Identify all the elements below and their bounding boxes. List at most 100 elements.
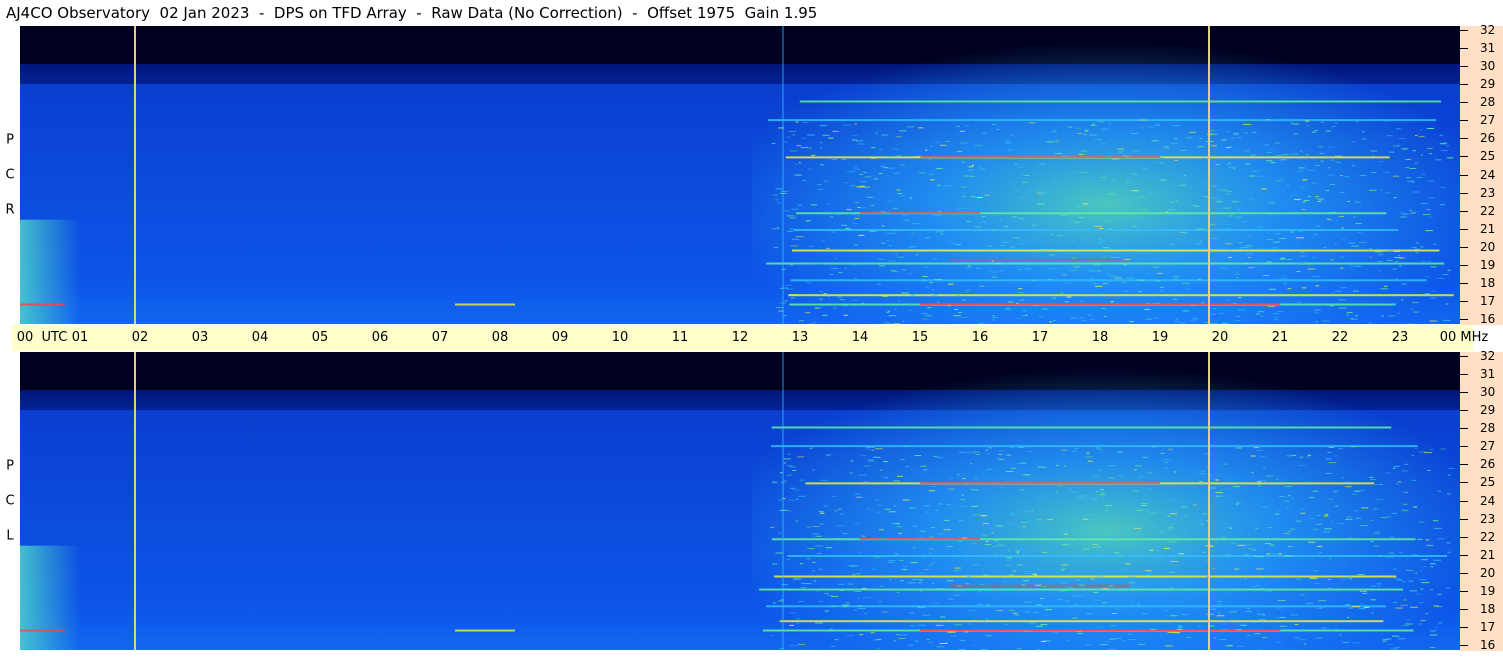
speckle	[936, 168, 943, 170]
speckle	[1108, 649, 1116, 650]
speckle	[1291, 123, 1300, 125]
speckle	[1085, 456, 1094, 458]
speckle	[912, 223, 921, 225]
speckle	[1319, 153, 1325, 155]
speckle	[1071, 450, 1078, 452]
speckle	[1158, 557, 1162, 559]
speckle	[1391, 512, 1397, 514]
speckle	[1024, 268, 1031, 270]
speckle	[974, 144, 983, 146]
speckle	[1406, 569, 1414, 571]
speckle	[857, 143, 865, 145]
freq-tick-mark	[1460, 300, 1468, 302]
speckle	[1170, 202, 1175, 204]
speckle	[1017, 446, 1025, 448]
speckle	[1369, 247, 1372, 249]
speckle	[1023, 510, 1031, 512]
speckle	[1086, 452, 1090, 454]
speckle	[1090, 578, 1095, 580]
speckle	[1006, 557, 1013, 559]
speckle	[1307, 268, 1316, 270]
speckle	[1393, 601, 1397, 603]
speckle	[1005, 559, 1012, 561]
speckle	[1093, 264, 1100, 266]
speckle	[936, 646, 945, 648]
speckle	[1174, 445, 1182, 447]
speckle	[1128, 638, 1136, 640]
freq-tick-label: 30	[1480, 385, 1496, 400]
speckle	[1141, 456, 1148, 458]
speckle	[893, 172, 899, 174]
speckle	[1430, 588, 1433, 590]
speckle	[1264, 543, 1271, 545]
speckle	[909, 507, 912, 509]
speckle	[1174, 471, 1177, 473]
speckle	[936, 532, 944, 534]
speckle	[992, 315, 996, 317]
speckle	[981, 524, 985, 526]
speckle	[908, 309, 913, 311]
interference-line	[768, 119, 1437, 122]
speckle	[1424, 262, 1432, 264]
speckle	[1158, 531, 1163, 533]
speckle	[1153, 266, 1160, 268]
speckle	[1061, 155, 1070, 157]
speckle	[1160, 290, 1164, 292]
utc-tick-label: 13	[791, 330, 809, 345]
speckle	[986, 604, 990, 606]
speckle	[1434, 159, 1442, 161]
speckle	[928, 490, 936, 492]
speckle	[1076, 538, 1080, 540]
speckle	[1228, 256, 1232, 258]
speckle	[847, 583, 854, 585]
speckle	[893, 640, 897, 642]
speckle	[867, 508, 870, 510]
speckle	[799, 479, 805, 481]
speckle	[1412, 246, 1417, 248]
speckle	[1330, 520, 1333, 522]
speckle	[1061, 582, 1068, 584]
speckle	[1156, 549, 1159, 551]
speckle	[980, 168, 986, 170]
speckle	[1307, 483, 1310, 485]
speckle	[1286, 258, 1293, 260]
speckle	[1326, 528, 1330, 530]
speckle	[980, 515, 987, 517]
speckle	[985, 540, 989, 542]
speckle	[1355, 315, 1359, 317]
speckle	[1095, 553, 1104, 555]
speckle	[1277, 482, 1282, 484]
speckle	[1213, 308, 1217, 310]
speckle	[957, 207, 965, 209]
speckle	[895, 253, 898, 255]
speckle	[854, 590, 862, 592]
utc-tick-label: 03	[191, 330, 209, 345]
speckle	[1399, 551, 1403, 553]
utc-tick-label: 01	[71, 330, 89, 345]
speckle	[1325, 190, 1330, 192]
speckle	[877, 647, 880, 649]
speckle	[1409, 590, 1418, 592]
speckle	[1397, 144, 1400, 146]
speckle	[807, 548, 815, 550]
speckle	[788, 228, 797, 230]
speckle	[1233, 302, 1237, 304]
speckle	[1060, 590, 1063, 592]
speckle	[1355, 517, 1362, 519]
speckle	[1303, 643, 1307, 645]
speckle	[894, 308, 897, 310]
speckle	[772, 563, 778, 565]
speckle	[820, 512, 825, 514]
speckle	[1370, 540, 1374, 542]
speckle	[1091, 123, 1095, 125]
speckle	[1406, 177, 1411, 179]
speckle	[1195, 205, 1200, 207]
speckle	[792, 134, 795, 136]
speckle	[825, 454, 831, 456]
speckle	[1313, 309, 1321, 311]
speckle	[806, 526, 811, 528]
speckle	[869, 230, 877, 232]
speckle	[1130, 604, 1135, 606]
speckle	[966, 576, 971, 578]
speckle	[950, 635, 957, 637]
